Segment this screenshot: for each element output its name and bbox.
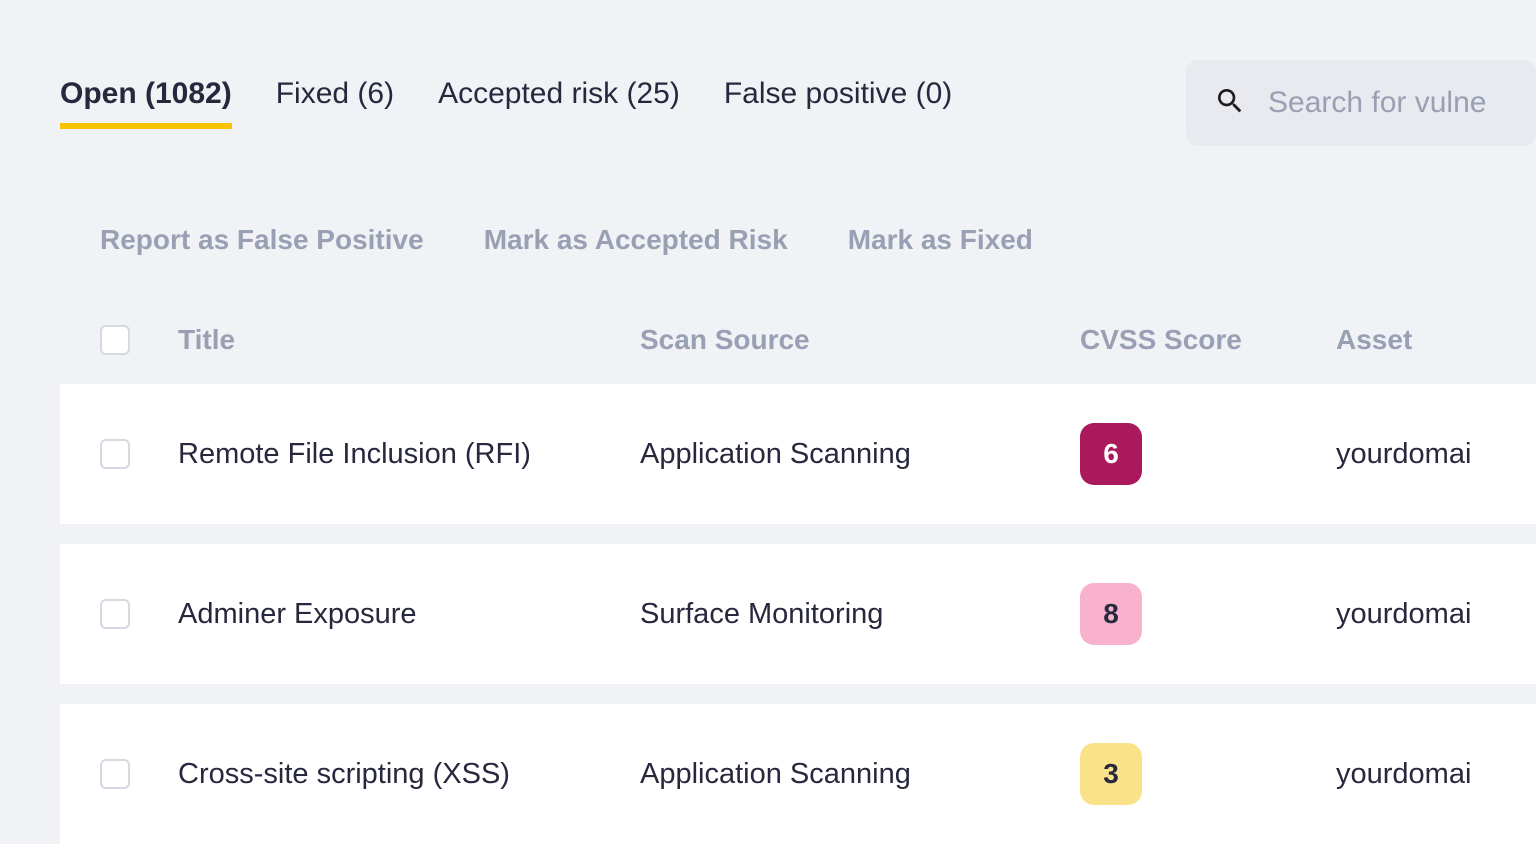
table-row[interactable]: Adminer Exposure Surface Monitoring 8 yo…: [60, 544, 1536, 684]
cvss-badge: 8: [1080, 583, 1142, 645]
column-title[interactable]: Title: [178, 324, 640, 356]
search-icon: [1214, 85, 1246, 122]
search-box[interactable]: [1186, 60, 1536, 146]
row-scan-source: Surface Monitoring: [640, 598, 1080, 631]
mark-fixed-button[interactable]: Mark as Fixed: [848, 224, 1033, 256]
tab-accepted-risk[interactable]: Accepted risk (25): [438, 77, 680, 129]
row-title: Cross-site scripting (XSS): [178, 758, 640, 791]
row-asset: yourdomai: [1336, 758, 1536, 791]
table-body: Remote File Inclusion (RFI) Application …: [60, 384, 1536, 844]
select-all-checkbox[interactable]: [100, 325, 130, 355]
table-header: Title Scan Source CVSS Score Asset: [60, 312, 1536, 384]
tab-false-positive[interactable]: False positive (0): [724, 77, 952, 129]
row-title: Adminer Exposure: [178, 598, 640, 631]
tab-fixed[interactable]: Fixed (6): [276, 77, 394, 129]
table-row[interactable]: Remote File Inclusion (RFI) Application …: [60, 384, 1536, 524]
row-checkbox[interactable]: [100, 439, 130, 469]
cvss-badge: 6: [1080, 423, 1142, 485]
bulk-actions: Report as False Positive Mark as Accepte…: [60, 224, 1536, 256]
search-input[interactable]: [1268, 86, 1508, 120]
column-scan-source[interactable]: Scan Source: [640, 324, 1080, 356]
row-asset: yourdomai: [1336, 598, 1536, 631]
row-scan-source: Application Scanning: [640, 758, 1080, 791]
row-asset: yourdomai: [1336, 438, 1536, 471]
column-asset[interactable]: Asset: [1336, 324, 1536, 356]
row-title: Remote File Inclusion (RFI): [178, 438, 640, 471]
tabs: Open (1082) Fixed (6) Accepted risk (25)…: [60, 77, 1142, 129]
cvss-badge: 3: [1080, 743, 1142, 805]
column-cvss-score[interactable]: CVSS Score: [1080, 324, 1336, 356]
row-checkbox[interactable]: [100, 599, 130, 629]
row-scan-source: Application Scanning: [640, 438, 1080, 471]
report-false-positive-button[interactable]: Report as False Positive: [100, 224, 424, 256]
table-row[interactable]: Cross-site scripting (XSS) Application S…: [60, 704, 1536, 844]
mark-accepted-risk-button[interactable]: Mark as Accepted Risk: [484, 224, 788, 256]
row-checkbox[interactable]: [100, 759, 130, 789]
tab-open[interactable]: Open (1082): [60, 77, 232, 129]
